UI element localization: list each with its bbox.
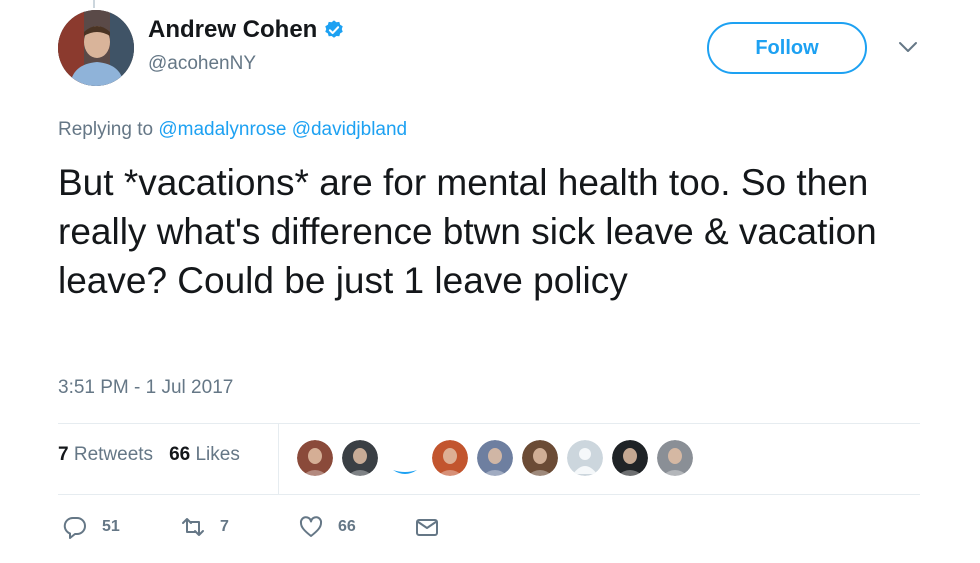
mention-link-madalynrose[interactable]: @madalynrose (158, 119, 286, 140)
user-avatar-icon (297, 440, 333, 476)
tweet-timestamp[interactable]: 3:51 PM - 1 Jul 2017 (58, 377, 233, 399)
user-avatar-icon (477, 440, 513, 476)
profile-photo-icon (58, 10, 134, 86)
user-avatar-icon (522, 440, 558, 476)
likes-count: 66 (169, 444, 191, 465)
replying-to-label: Replying to (58, 119, 154, 140)
retweet-count: 7 (220, 518, 229, 535)
follow-button[interactable]: Follow (707, 22, 867, 74)
message-icon (416, 519, 438, 536)
user-avatar-icon (567, 440, 603, 476)
liker-avatar-7[interactable] (567, 440, 603, 476)
verified-badge-icon (325, 20, 344, 38)
liker-avatar-2[interactable] (342, 440, 378, 476)
user-avatar-icon (432, 440, 468, 476)
avatar[interactable] (58, 10, 134, 86)
like-count: 66 (338, 518, 356, 535)
display-name[interactable]: Andrew Cohen (148, 16, 317, 44)
retweet-icon (182, 518, 204, 536)
replying-to-line: Replying to @madalynrose @davidjbland (58, 119, 407, 141)
retweets-stat[interactable]: 7 Retweets (58, 444, 153, 466)
like-icon (299, 516, 323, 537)
likers-avatar-list (297, 440, 702, 476)
chevron-down-icon[interactable] (897, 40, 919, 54)
mention-link-davidjbland[interactable]: @davidjbland (292, 119, 407, 140)
retweets-label: Retweets (73, 444, 154, 465)
tweet-text: But *vacations* are for mental health to… (58, 162, 877, 301)
direct-message-button[interactable] (414, 514, 440, 540)
liker-avatar-9[interactable] (657, 440, 693, 476)
retweets-count: 7 (58, 444, 69, 465)
liker-avatar-4[interactable] (432, 440, 468, 476)
user-avatar-icon (657, 440, 693, 476)
user-avatar-icon (393, 470, 417, 474)
divider-top (58, 423, 920, 424)
likes-stat[interactable]: 66 Likes (169, 444, 240, 466)
liker-avatar-6[interactable] (522, 440, 558, 476)
liker-avatar-3[interactable] (387, 440, 423, 476)
user-name-row: Andrew Cohen (148, 16, 345, 44)
liker-avatar-1[interactable] (297, 440, 333, 476)
thread-connector-line (93, 0, 95, 8)
stats-separator (278, 424, 279, 494)
reply-icon (63, 516, 86, 539)
user-avatar-icon (342, 440, 378, 476)
user-avatar-icon (612, 440, 648, 476)
liker-avatar-8[interactable] (612, 440, 648, 476)
engagement-stats: 7 Retweets 66 Likes (58, 444, 256, 466)
tweet-actions: 51 7 66 (62, 514, 440, 540)
divider-bottom (58, 494, 920, 495)
reply-count: 51 (102, 518, 120, 535)
reply-button[interactable]: 51 (62, 514, 180, 540)
liker-avatar-5[interactable] (477, 440, 513, 476)
likes-label: Likes (195, 444, 240, 465)
like-button[interactable]: 66 (298, 514, 414, 540)
retweet-button[interactable]: 7 (180, 514, 298, 540)
user-handle[interactable]: @acohenNY (148, 53, 256, 75)
